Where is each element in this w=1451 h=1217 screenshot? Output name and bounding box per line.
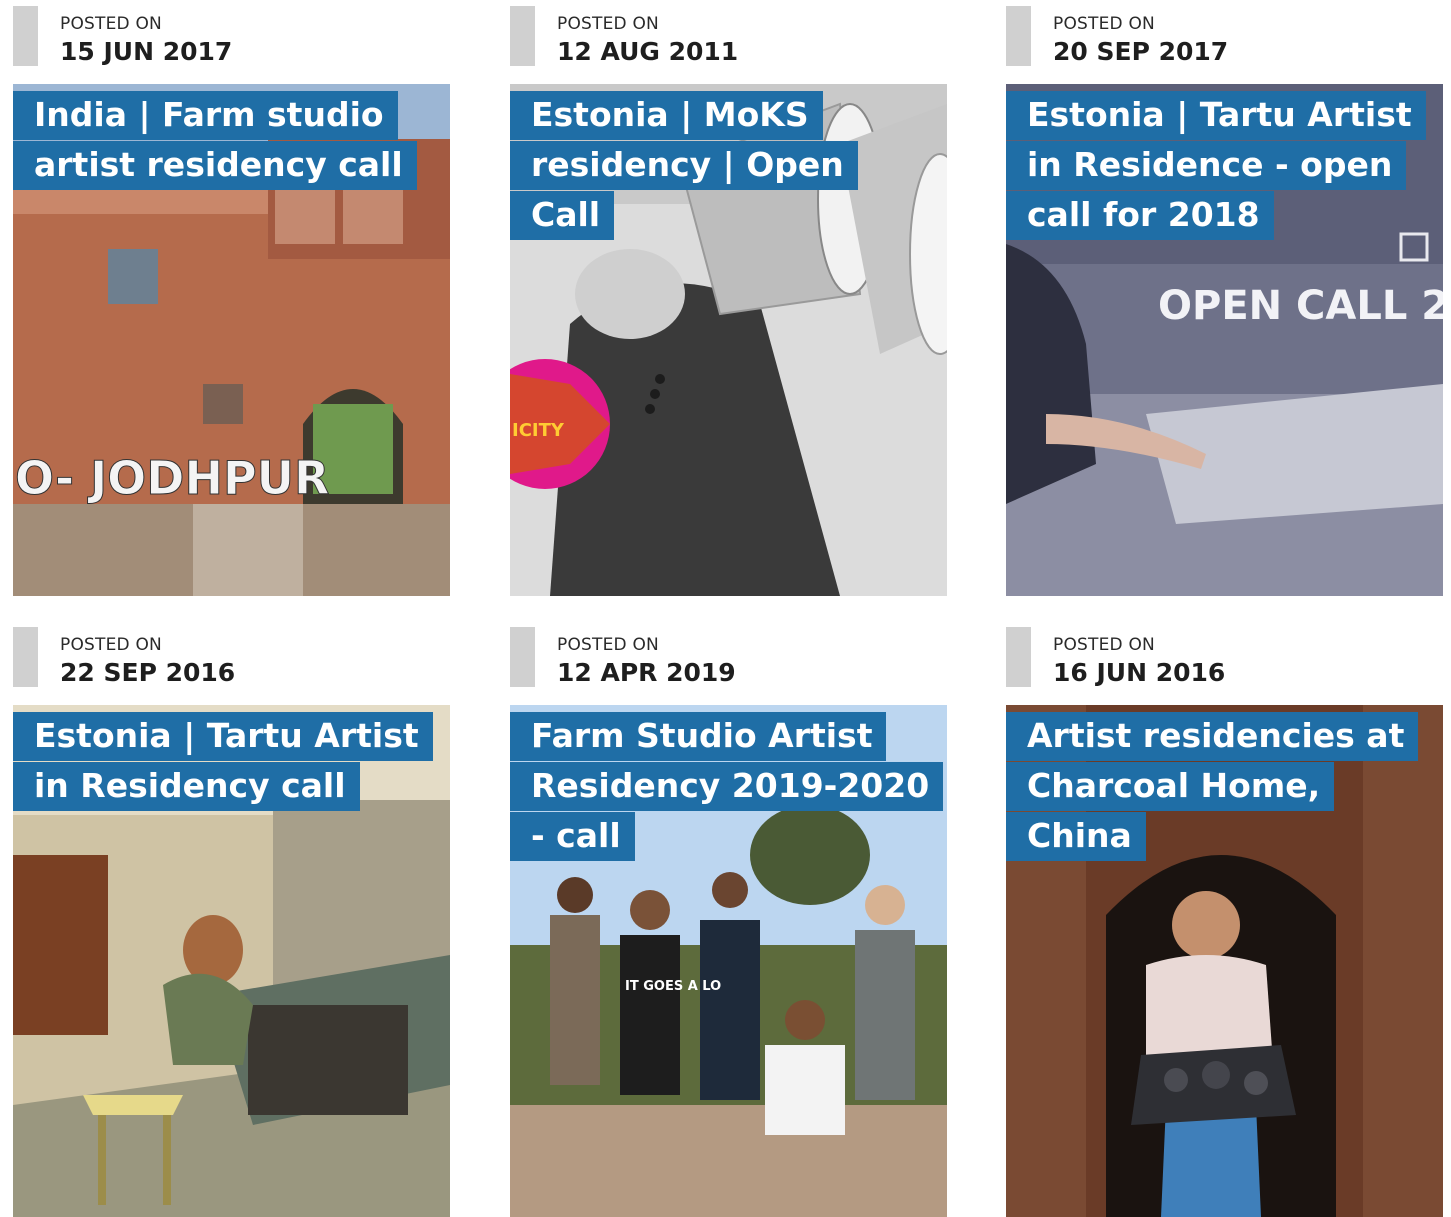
- post-title[interactable]: Estonia | Tartu Artist in Residency call: [13, 711, 433, 811]
- post-image[interactable]: ICITY Estonia | MoKS residency | Open Ca…: [510, 84, 947, 596]
- post-image[interactable]: O- JODHPUR India | Farm studio artist re…: [13, 84, 450, 596]
- post-image[interactable]: IT GOES A LO Farm Studio Artist Residenc…: [510, 705, 947, 1217]
- post-meta: POSTED ON 12 AUG 2011: [510, 0, 947, 66]
- date-bar: [13, 6, 38, 66]
- date-bar: [510, 6, 535, 66]
- date-bar: [1006, 6, 1031, 66]
- post-date: 12 APR 2019: [557, 658, 736, 687]
- post-image[interactable]: Artist residencies at Charcoal Home, Chi…: [1006, 705, 1443, 1217]
- post-card[interactable]: POSTED ON 12 APR 2019 IT GOES A LO Farm …: [510, 621, 947, 1217]
- post-title-text[interactable]: Estonia | MoKS residency | Open Call: [510, 91, 858, 240]
- post-image[interactable]: OPEN CALL 2 Estonia | Tartu Artist in Re…: [1006, 84, 1443, 596]
- post-title-text[interactable]: Estonia | Tartu Artist in Residency call: [13, 712, 433, 811]
- post-title-text[interactable]: Estonia | Tartu Artist in Residence - op…: [1006, 91, 1426, 240]
- image-caption: IT GOES A LO: [625, 979, 721, 994]
- post-card[interactable]: POSTED ON 15 JUN 2017 O- JODHPUR India |…: [13, 0, 450, 596]
- date-bar: [510, 627, 535, 687]
- image-caption: O- JODHPUR: [15, 451, 329, 505]
- post-card[interactable]: POSTED ON 20 SEP 2017 OPEN CALL 2 Estoni…: [1006, 0, 1443, 596]
- date-bar: [13, 627, 38, 687]
- post-meta: POSTED ON 22 SEP 2016: [13, 621, 450, 687]
- image-caption: OPEN CALL 2: [1158, 283, 1443, 329]
- post-title[interactable]: Farm Studio Artist Residency 2019-2020 -…: [510, 711, 944, 861]
- post-title[interactable]: Estonia | Tartu Artist in Residence - op…: [1006, 90, 1426, 240]
- post-title[interactable]: Estonia | MoKS residency | Open Call: [510, 90, 930, 240]
- post-card[interactable]: POSTED ON 12 AUG 2011 ICITY Estonia | Mo…: [510, 0, 947, 596]
- post-meta: POSTED ON 15 JUN 2017: [13, 0, 450, 66]
- post-meta: POSTED ON 16 JUN 2016: [1006, 621, 1443, 687]
- post-card[interactable]: POSTED ON 16 JUN 2016 Artist residencies…: [1006, 621, 1443, 1217]
- post-card[interactable]: POSTED ON 22 SEP 2016 Estonia | Tartu Ar…: [13, 621, 450, 1217]
- image-caption: ICITY: [512, 420, 565, 441]
- posted-on-label: POSTED ON: [1053, 635, 1155, 655]
- post-title-text[interactable]: Farm Studio Artist Residency 2019-2020 -…: [510, 712, 944, 861]
- post-date: 16 JUN 2016: [1053, 658, 1226, 687]
- post-title[interactable]: Artist residencies at Charcoal Home, Chi…: [1006, 711, 1426, 861]
- posted-on-label: POSTED ON: [60, 14, 162, 34]
- post-meta: POSTED ON 12 APR 2019: [510, 621, 947, 687]
- post-title-text[interactable]: Artist residencies at Charcoal Home, Chi…: [1006, 712, 1419, 861]
- post-title[interactable]: India | Farm studio artist residency cal…: [13, 90, 433, 190]
- post-image[interactable]: Estonia | Tartu Artist in Residency call: [13, 705, 450, 1217]
- posted-on-label: POSTED ON: [60, 635, 162, 655]
- post-date: 20 SEP 2017: [1053, 37, 1229, 66]
- post-date: 15 JUN 2017: [60, 37, 233, 66]
- posted-on-label: POSTED ON: [557, 14, 659, 34]
- post-title-text[interactable]: India | Farm studio artist residency cal…: [13, 91, 417, 190]
- date-bar: [1006, 627, 1031, 687]
- posted-on-label: POSTED ON: [1053, 14, 1155, 34]
- post-meta: POSTED ON 20 SEP 2017: [1006, 0, 1443, 66]
- post-date: 22 SEP 2016: [60, 658, 236, 687]
- post-date: 12 AUG 2011: [557, 37, 739, 66]
- posted-on-label: POSTED ON: [557, 635, 659, 655]
